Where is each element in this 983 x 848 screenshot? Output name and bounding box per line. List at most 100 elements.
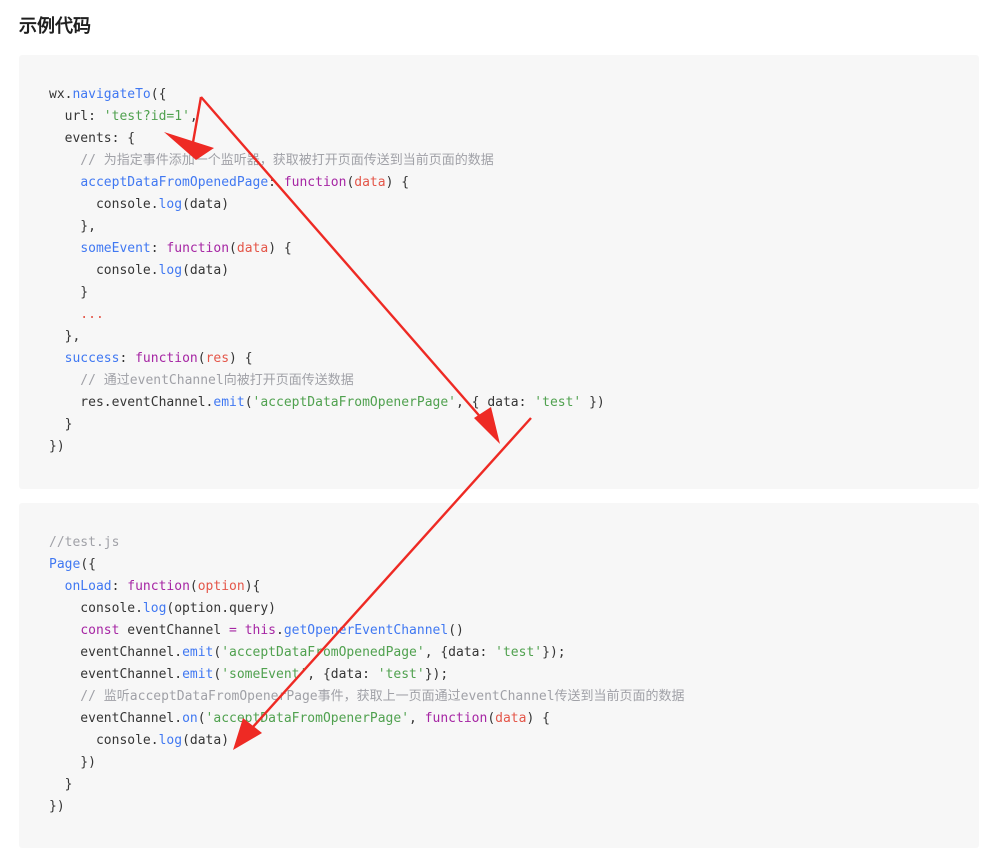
code-token: ({ xyxy=(80,557,96,572)
code-line: } xyxy=(49,282,605,304)
code-token: navigateTo xyxy=(72,87,151,102)
code-token: eventChannel xyxy=(119,623,230,638)
code-line: }) xyxy=(49,752,685,774)
code-token: function xyxy=(135,351,198,366)
code-token: success xyxy=(64,351,120,366)
code-block-test-js: //test.js Page({ onLoad: function(option)… xyxy=(19,503,979,848)
code-content[interactable]: wx.navigateTo({ url: 'test?id=1', events… xyxy=(49,84,605,458)
code-token: , { data: xyxy=(456,395,535,410)
code-token: 'test' xyxy=(377,667,425,682)
code-token: ( xyxy=(197,711,206,726)
code-token: ( xyxy=(189,579,198,594)
code-token: ... xyxy=(49,307,104,322)
code-token: onLoad xyxy=(64,579,112,594)
code-token: , {data: xyxy=(424,645,496,660)
code-token: log xyxy=(142,601,167,616)
code-token: data xyxy=(495,711,527,726)
code-token: log xyxy=(158,263,183,278)
code-token: emit xyxy=(182,645,214,660)
code-line: onLoad: function(option){ xyxy=(49,576,685,598)
code-token: console. xyxy=(49,601,143,616)
code-line: eventChannel.on('acceptDataFromOpenerPag… xyxy=(49,708,685,730)
code-token: log xyxy=(158,197,183,212)
code-content[interactable]: //test.js Page({ onLoad: function(option)… xyxy=(49,532,685,818)
code-token: log xyxy=(158,733,183,748)
code-token: ( xyxy=(197,351,206,366)
code-token: ){ xyxy=(244,579,261,594)
code-line: const eventChannel = this.getOpenerEvent… xyxy=(49,620,685,642)
code-token: : xyxy=(119,351,136,366)
code-token: (data) xyxy=(182,197,230,212)
code-token: ) { xyxy=(385,175,410,190)
code-token: events: { xyxy=(49,131,136,146)
code-token: console. xyxy=(49,263,159,278)
code-token: eventChannel. xyxy=(49,667,183,682)
code-line: res.eventChannel.emit('acceptDataFromOpe… xyxy=(49,392,604,414)
code-token: on xyxy=(182,711,198,726)
code-token: = xyxy=(229,623,237,638)
code-line: //test.js xyxy=(49,532,685,554)
code-token: }) xyxy=(49,439,65,454)
code-token: : xyxy=(268,175,284,190)
code-line: }, xyxy=(49,326,605,348)
code-token: 'acceptDataFromOpenerPage' xyxy=(205,711,410,726)
code-token: , xyxy=(409,711,425,726)
code-line: Page({ xyxy=(49,554,685,576)
code-token: const xyxy=(80,623,120,638)
code-token: } xyxy=(49,285,89,300)
code-token: console. xyxy=(49,733,159,748)
code-token: , {data: xyxy=(307,667,378,682)
code-line: acceptDataFromOpenedPage: function(data)… xyxy=(49,172,605,194)
code-token: (data) xyxy=(182,733,230,748)
code-token: function xyxy=(127,579,190,594)
code-line: url: 'test?id=1', xyxy=(49,106,605,128)
code-token: } xyxy=(49,777,73,792)
code-token: ) { xyxy=(229,351,253,366)
code-line: console.log(data) xyxy=(49,730,685,752)
code-token: console. xyxy=(49,197,159,212)
code-line: console.log(option.query) xyxy=(49,598,685,620)
code-token: function xyxy=(166,241,230,256)
code-token: () xyxy=(448,623,464,638)
code-token: } xyxy=(49,417,73,432)
code-token: }) xyxy=(49,799,65,814)
code-line: ... xyxy=(49,304,605,326)
code-line: }) xyxy=(49,796,685,818)
code-line: events: { xyxy=(49,128,605,150)
code-line: }, xyxy=(49,216,605,238)
code-token: }) xyxy=(49,755,96,770)
code-token: , xyxy=(189,109,198,124)
code-line: // 通过eventChannel向被打开页面传送数据 xyxy=(49,370,605,392)
code-token: (data) xyxy=(182,263,230,278)
code-token: 'test' xyxy=(534,395,582,410)
code-token: // 通过eventChannel向被打开页面传送数据 xyxy=(49,373,354,388)
code-token: }); xyxy=(542,645,566,660)
code-token: : xyxy=(111,579,128,594)
code-token: ( xyxy=(244,395,253,410)
code-token: emit xyxy=(213,395,245,410)
code-token: someEvent xyxy=(80,241,151,256)
code-token: // 为指定事件添加一个监听器，获取被打开页面传送到当前页面的数据 xyxy=(49,153,494,168)
code-token: }, xyxy=(49,219,96,234)
code-line: console.log(data) xyxy=(49,260,605,282)
code-line: wx.navigateTo({ xyxy=(49,84,605,106)
code-line: } xyxy=(49,414,605,436)
code-token: url: xyxy=(49,109,104,124)
code-token: 'test' xyxy=(495,645,543,660)
code-token: // 监听acceptDataFromOpenerPage事件，获取上一页面通过… xyxy=(49,689,685,704)
code-token: //test.js xyxy=(49,535,120,550)
code-token: emit xyxy=(182,667,214,682)
code-token: acceptDataFromOpenedPage xyxy=(80,175,269,190)
code-token: . xyxy=(276,623,284,638)
code-token: eventChannel. xyxy=(49,645,183,660)
code-token: eventChannel. xyxy=(49,711,183,726)
code-line: } xyxy=(49,774,685,796)
code-token: ) { xyxy=(268,241,292,256)
code-token: ( xyxy=(229,241,237,256)
code-line: console.log(data) xyxy=(49,194,605,216)
